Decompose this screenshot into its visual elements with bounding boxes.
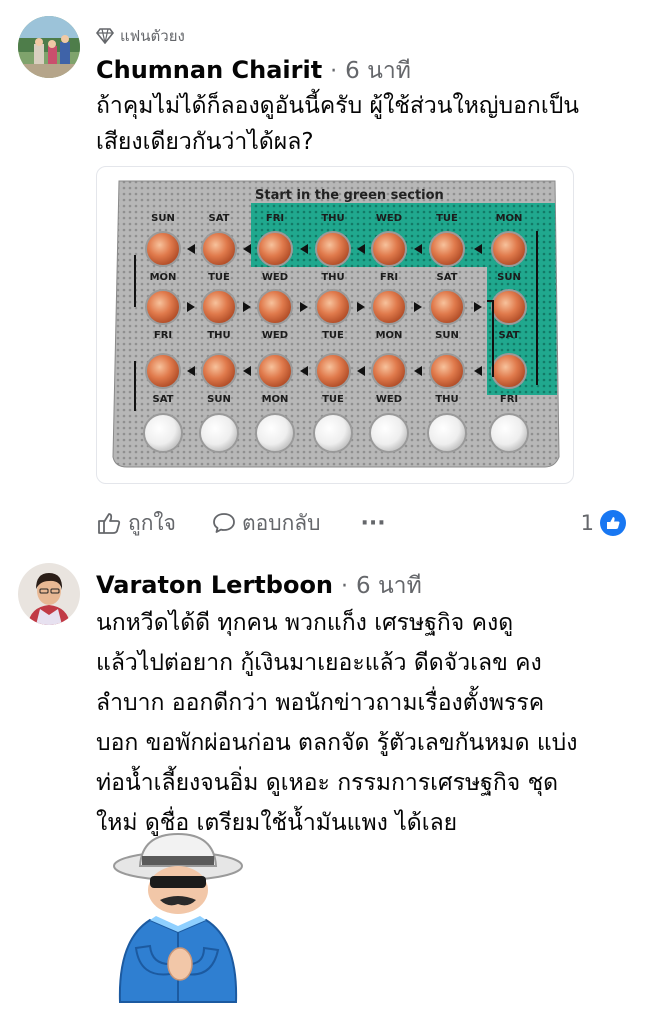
comment-line: เสียงเดียวกันว่าได้ผล? bbox=[96, 129, 314, 155]
comment-line: ลำบาก ออกดีกว่า พอนักข่าวถามเรื่องตั้งพร… bbox=[96, 690, 545, 716]
timestamp[interactable]: 6 นาที bbox=[345, 53, 411, 89]
pill bbox=[257, 353, 293, 389]
day-label: TUE bbox=[322, 394, 344, 405]
day-label: MON bbox=[150, 272, 177, 283]
diamond-icon bbox=[96, 28, 114, 44]
avatar[interactable] bbox=[18, 16, 80, 78]
day-label: SUN bbox=[435, 330, 459, 341]
pill bbox=[429, 289, 465, 325]
separator-dot: · bbox=[330, 59, 338, 84]
pill bbox=[429, 231, 465, 267]
day-label: SUN bbox=[151, 213, 175, 224]
comment-text: ถ้าคุมไม่ได้ก็ลองดูอันนี้ครับ ผู้ใช้ส่วน… bbox=[96, 88, 579, 160]
avatar[interactable] bbox=[18, 563, 80, 625]
comment-line: แล้วไปต่อยาก กู้เงินมาเยอะแล้ว ดีดจัวเลข… bbox=[96, 650, 542, 676]
day-label: SUN bbox=[497, 272, 521, 283]
pill bbox=[491, 353, 527, 389]
placebo-pill bbox=[143, 413, 183, 453]
pill bbox=[201, 231, 237, 267]
pill bbox=[201, 289, 237, 325]
day-label: FRI bbox=[154, 330, 172, 341]
day-label: MON bbox=[496, 213, 523, 224]
day-label: SAT bbox=[499, 330, 520, 341]
author-name[interactable]: Chumnan Chairit bbox=[96, 56, 322, 84]
like-reaction-icon bbox=[600, 510, 626, 536]
placebo-pill bbox=[489, 413, 529, 453]
day-label: FRI bbox=[500, 394, 518, 405]
day-label: SAT bbox=[437, 272, 458, 283]
placebo-pill bbox=[313, 413, 353, 453]
day-label: SAT bbox=[209, 213, 230, 224]
pill bbox=[371, 353, 407, 389]
comment-header: Varaton Lertboon · 6 นาที bbox=[96, 568, 422, 604]
day-label: TUE bbox=[208, 272, 230, 283]
day-label: WED bbox=[262, 330, 288, 341]
day-label: FRI bbox=[380, 272, 398, 283]
pill bbox=[145, 289, 181, 325]
comment-text: นกหวีดได้ดี ทุกคน พวกแก็ง เศรษฐกิจ คงดู … bbox=[96, 603, 578, 843]
badge-label: แฟนตัวยง bbox=[120, 27, 185, 45]
day-label: THU bbox=[435, 394, 458, 405]
reaction-count: 1 bbox=[580, 511, 594, 535]
separator-dot: · bbox=[341, 574, 349, 599]
day-label: SAT bbox=[153, 394, 174, 405]
author-name[interactable]: Varaton Lertboon bbox=[96, 571, 333, 599]
pill bbox=[201, 353, 237, 389]
pill bbox=[315, 289, 351, 325]
pill bbox=[257, 289, 293, 325]
day-label: TUE bbox=[436, 213, 458, 224]
placebo-pill bbox=[199, 413, 239, 453]
day-label: THU bbox=[207, 330, 230, 341]
attached-image[interactable]: Start in the green section SUN SAT FRI THU W… bbox=[96, 166, 574, 484]
day-label: THU bbox=[321, 272, 344, 283]
timestamp[interactable]: 6 นาที bbox=[356, 568, 422, 604]
reaction-summary[interactable]: 1 bbox=[581, 510, 626, 536]
pill bbox=[491, 289, 527, 325]
comment-line: นกหวีดได้ดี ทุกคน พวกแก็ง เศรษฐกิจ คงดู bbox=[96, 610, 514, 636]
like-button[interactable]: ถูกใจ bbox=[96, 507, 176, 540]
day-label: SUN bbox=[207, 394, 231, 405]
placebo-pill bbox=[427, 413, 467, 453]
day-label: WED bbox=[376, 213, 402, 224]
speech-bubble-icon bbox=[213, 513, 235, 533]
like-label: ถูกใจ bbox=[128, 510, 176, 535]
pill bbox=[371, 231, 407, 267]
pill bbox=[491, 231, 527, 267]
pill bbox=[145, 353, 181, 389]
reply-label: ตอบกลับ bbox=[242, 510, 321, 535]
pill-pack-image: Start in the green section SUN SAT FRI THU W… bbox=[112, 180, 560, 468]
more-options-button[interactable]: ··· bbox=[361, 511, 386, 536]
day-label: THU bbox=[321, 213, 344, 224]
day-label: WED bbox=[376, 394, 402, 405]
pack-header: Start in the green section bbox=[255, 188, 444, 203]
comment-actions: ถูกใจ ตอบกลับ ··· 1 bbox=[96, 505, 644, 541]
fan-badge: แฟนตัวยง bbox=[96, 24, 185, 48]
pill bbox=[145, 231, 181, 267]
reply-button[interactable]: ตอบกลับ bbox=[212, 507, 321, 540]
day-label: TUE bbox=[322, 330, 344, 341]
day-label: MON bbox=[376, 330, 403, 341]
pill bbox=[257, 231, 293, 267]
thumbs-up-icon bbox=[98, 513, 121, 534]
placebo-pill bbox=[369, 413, 409, 453]
comment-line: บอก ขอพักผ่อนก่อน ตลกจัด รู้ตัวเลขกันหมด… bbox=[96, 730, 578, 756]
comment-line: ถ้าคุมไม่ได้ก็ลองดูอันนี้ครับ ผู้ใช้ส่วน… bbox=[96, 93, 580, 119]
day-label: MON bbox=[262, 394, 289, 405]
placebo-pill bbox=[255, 413, 295, 453]
comment-header: Chumnan Chairit · 6 นาที bbox=[96, 53, 411, 89]
sticker-clapping-man[interactable] bbox=[100, 828, 255, 1004]
day-label: FRI bbox=[266, 213, 284, 224]
day-label: WED bbox=[262, 272, 288, 283]
pill bbox=[429, 353, 465, 389]
pill bbox=[371, 289, 407, 325]
more-icon: ··· bbox=[360, 510, 386, 536]
pill bbox=[315, 231, 351, 267]
pill bbox=[315, 353, 351, 389]
comment-line: ท่อน้ำเลี้ยงจนอิ่ม ดูเหอะ กรรมการเศรษฐกิ… bbox=[96, 770, 559, 796]
